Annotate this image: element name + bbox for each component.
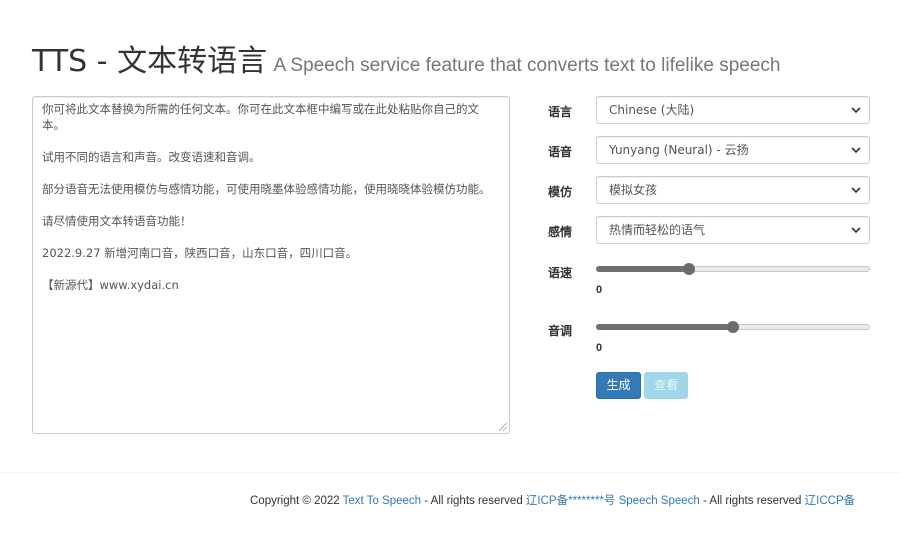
language-label: 语言 (548, 105, 573, 119)
text-paragraph: 【新源代】www.xydai.cn (42, 278, 179, 292)
emotion-select[interactable]: 热情而轻松的语气 (596, 216, 870, 244)
voice-label: 语音 (548, 145, 573, 159)
resize-handle-icon[interactable] (499, 423, 507, 431)
page-title: TTS - 文本转语言 (32, 44, 268, 79)
text-input-area[interactable]: 你可将此文本替换为所需的任何文本。你可在此文本框中编写或在此处粘贴你自己的文本。… (32, 96, 510, 434)
imitation-row: 模仿 模拟女孩 (548, 176, 870, 204)
view-button[interactable]: 查看 (644, 372, 688, 399)
pitch-slider-thumb[interactable] (727, 321, 739, 333)
tts-page: TTS - 文本转语言 A Speech service feature tha… (0, 0, 900, 553)
rate-slider-thumb[interactable] (683, 263, 696, 275)
generate-button[interactable]: 生成 (596, 372, 641, 399)
footer-divider (0, 472, 900, 473)
text-paragraph: 请尽情使用文本转语音功能！ (42, 214, 192, 228)
footer-link-speech-speech[interactable]: Speech Speech (619, 495, 700, 507)
rate-row: 语速 0 (548, 262, 870, 298)
page-header: TTS - 文本转语言 A Speech service feature tha… (32, 36, 780, 80)
text-paragraph: 部分语音无法使用模仿与感情功能，可使用晓墨体验感情功能，使用晓晓体验模仿功能。 (42, 182, 491, 196)
emotion-select-value: 热情而轻松的语气 (609, 223, 706, 237)
pitch-label: 音调 (548, 324, 573, 338)
footer-rights: - All rights reserved (699, 495, 805, 507)
pitch-slider[interactable] (596, 321, 870, 333)
rate-slider-fill (596, 266, 689, 272)
chevron-down-icon (851, 187, 861, 194)
chevron-down-icon (851, 227, 861, 234)
language-select-value: Chinese (大陆) (609, 103, 695, 117)
emotion-row: 感情 热情而轻松的语气 (548, 216, 870, 244)
emotion-label: 感情 (548, 225, 573, 239)
pitch-slider-fill (596, 324, 732, 330)
chevron-down-icon (851, 107, 861, 114)
footer-copyright: Copyright © 2022 (250, 495, 343, 507)
imitation-select-value: 模拟女孩 (609, 183, 658, 197)
language-row: 语言 Chinese (大陆) (548, 96, 870, 124)
voice-select[interactable]: Yunyang (Neural) - 云扬 (596, 136, 870, 164)
text-paragraph: 你可将此文本替换为所需的任何文本。你可在此文本框中编写或在此处粘贴你自己的文本。 (42, 102, 479, 132)
page-subtitle: A Speech service feature that converts t… (273, 55, 781, 76)
rate-label: 语速 (548, 266, 573, 280)
chevron-down-icon (851, 147, 861, 154)
voice-select-value: Yunyang (Neural) - 云扬 (609, 143, 749, 157)
pitch-row: 音调 0 (548, 320, 870, 356)
pitch-value: 0 (596, 342, 603, 354)
footer-link-icp[interactable]: 辽ICP备********号 (526, 495, 615, 507)
voice-row: 语音 Yunyang (Neural) - 云扬 (548, 136, 870, 164)
footer-rights: - All rights reserved (421, 495, 526, 507)
imitation-select[interactable]: 模拟女孩 (596, 176, 870, 204)
text-paragraph: 试用不同的语言和声音。改变语速和音调。 (42, 150, 261, 164)
language-select[interactable]: Chinese (大陆) (596, 96, 870, 124)
imitation-label: 模仿 (548, 185, 573, 199)
footer-link-text-to-speech[interactable]: Text To Speech (343, 495, 421, 507)
rate-value: 0 (596, 284, 603, 296)
text-paragraph: 2022.9.27 新增河南口音，陕西口音，山东口音，四川口音。 (42, 246, 358, 260)
footer-link-iccp[interactable]: 辽ICCP备 (805, 495, 855, 507)
rate-slider[interactable] (596, 263, 870, 275)
footer: Copyright © 2022 Text To Speech - All ri… (250, 492, 855, 508)
